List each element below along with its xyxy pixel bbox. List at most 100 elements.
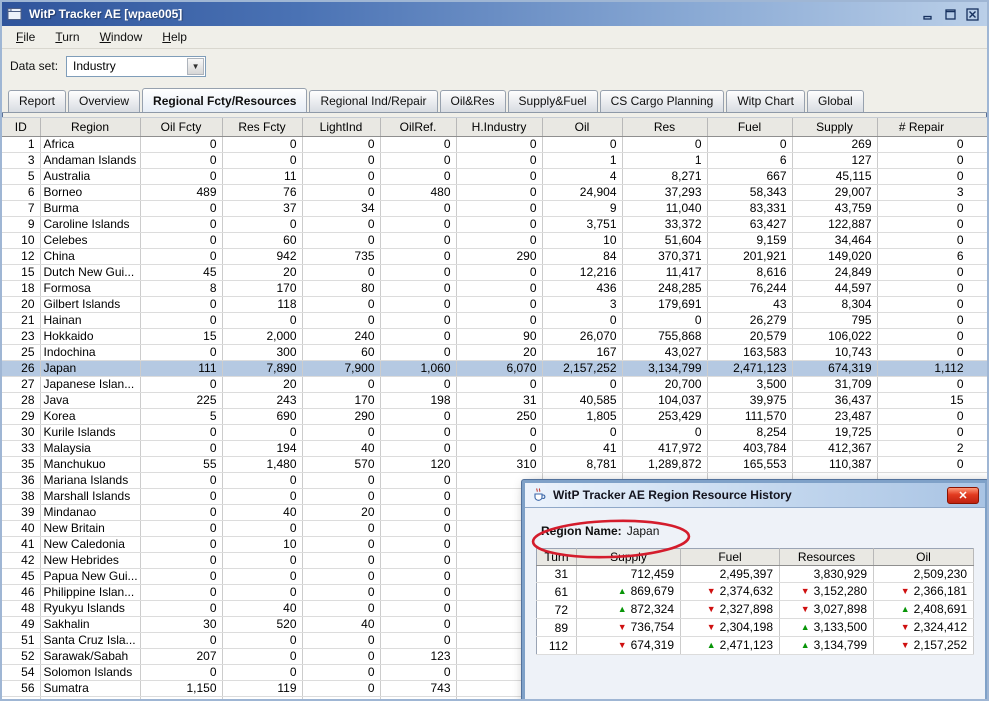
- tab-regional-fcty-resources[interactable]: Regional Fcty/Resources: [142, 88, 308, 112]
- region-row-japanese-islan[interactable]: 27 Japanese Islan... 0 20 0 0 0 0 20,700 3,500 31,…: [2, 376, 987, 393]
- dialog-titlebar[interactable]: WitP Tracker AE Region Resource History …: [525, 483, 985, 508]
- history-cell-value: 712,459: [630, 567, 674, 581]
- column-header-oilref[interactable]: OilRef.: [380, 118, 457, 137]
- dialog-close-button[interactable]: ✕: [947, 486, 979, 504]
- region-row-indochina[interactable]: 25 Indochina 0 300 60 0 20 167 43,027 163,583 10,7…: [2, 344, 987, 361]
- region-cell: 2,157,252: [542, 360, 623, 377]
- tab-witp-chart[interactable]: Witp Chart: [726, 90, 805, 112]
- region-cell: 45: [2, 568, 41, 585]
- column-header-oil[interactable]: Oil: [542, 118, 623, 137]
- tab-overview[interactable]: Overview: [68, 90, 141, 112]
- region-cell: 0: [302, 696, 381, 699]
- region-cell: 3,500: [707, 376, 793, 393]
- region-row-australia[interactable]: 5 Australia 0 11 0 0 0 4 8,271 667 45,115 0: [2, 168, 987, 185]
- history-row-turn-89[interactable]: 89 ▼ 736,754 ▼ 2,304,198 ▲ 3,133,500 ▼ 2,324,412: [536, 618, 974, 637]
- region-cell: 31,709: [792, 376, 878, 393]
- region-row-andaman-islands[interactable]: 3 Andaman Islands 0 0 0 0 0 1 1 6 127 0: [2, 152, 987, 169]
- region-cell: 0: [140, 664, 223, 681]
- region-cell: 26,279: [707, 312, 793, 329]
- region-row-java[interactable]: 28 Java 225 243 170 198 31 40,585 104,037 39,975 3…: [2, 392, 987, 409]
- history-dialog[interactable]: WitP Tracker AE Region Resource History …: [522, 480, 987, 699]
- region-cell: 0: [877, 232, 987, 249]
- close-button[interactable]: [963, 6, 982, 22]
- region-cell: 122,887: [792, 216, 878, 233]
- menu-window[interactable]: Window: [90, 27, 153, 47]
- titlebar[interactable]: WitP Tracker AE [wpae005]: [2, 2, 987, 26]
- minimize-button[interactable]: [919, 6, 938, 22]
- region-cell: 36,437: [792, 392, 878, 409]
- dataset-label: Data set:: [10, 59, 59, 73]
- menu-help[interactable]: Help: [152, 27, 197, 47]
- region-row-caroline-islands[interactable]: 9 Caroline Islands 0 0 0 0 0 3,751 33,372 63,427 1…: [2, 216, 987, 233]
- region-cell: 0: [380, 568, 457, 585]
- region-row-china[interactable]: 12 China 0 942 735 0 290 84 370,371 201,921 149,02…: [2, 248, 987, 265]
- column-header-repair[interactable]: # Repair: [877, 118, 987, 137]
- dataset-row: Data set: Industry ▼: [2, 49, 987, 83]
- region-cell: 480: [380, 184, 457, 201]
- history-row-turn-31[interactable]: 31 712,459 2,495,397 3,830,929 2,509,230: [536, 565, 974, 583]
- tab-oil-res[interactable]: Oil&Res: [439, 90, 506, 112]
- region-row-burma[interactable]: 7 Burma 0 37 34 0 0 9 11,040 83,331 43,759 0: [2, 200, 987, 217]
- dataset-combobox[interactable]: Industry ▼: [66, 55, 207, 77]
- region-cell: 38: [2, 488, 41, 505]
- region-row-celebes[interactable]: 10 Celebes 0 60 0 0 0 10 51,604 9,159 34,464 0: [2, 232, 987, 249]
- region-row-hokkaido[interactable]: 23 Hokkaido 15 2,000 240 0 90 26,070 755,868 20,5…: [2, 328, 987, 345]
- history-cell-supply: 712,459: [576, 565, 681, 583]
- tab-cs-cargo-planning[interactable]: CS Cargo Planning: [599, 90, 725, 112]
- column-header-lightind[interactable]: LightInd: [302, 118, 381, 137]
- region-row-formosa[interactable]: 18 Formosa 8 170 80 0 0 436 248,285 76,244 44,597 0: [2, 280, 987, 297]
- region-cell: 51: [2, 632, 41, 649]
- region-cell: 0: [222, 312, 303, 329]
- tab-global[interactable]: Global: [807, 90, 864, 112]
- trend-down-icon: ▼: [706, 604, 716, 614]
- region-row-malaysia[interactable]: 33 Malaysia 0 194 40 0 0 41 417,972 403,784 412,36…: [2, 440, 987, 457]
- history-cell-value: 872,324: [630, 602, 674, 616]
- region-cell: Marshall Islands: [40, 488, 141, 505]
- trend-down-icon: ▼: [800, 604, 810, 614]
- trend-up-icon: ▲: [617, 604, 627, 614]
- region-cell: 0: [302, 520, 381, 537]
- region-row-borneo[interactable]: 6 Borneo 489 76 0 480 0 24,904 37,293 58,343 29,00…: [2, 184, 987, 201]
- maximize-button[interactable]: [941, 6, 960, 22]
- region-row-africa[interactable]: 1 Africa 0 0 0 0 0 0 0 0 269 0: [2, 136, 987, 153]
- dataset-combobox-value: Industry: [73, 59, 116, 73]
- tab-regional-ind-repair[interactable]: Regional Ind/Repair: [309, 90, 438, 112]
- region-cell: 18: [2, 280, 41, 297]
- column-header-supply[interactable]: Supply: [792, 118, 878, 137]
- tab-supply-fuel[interactable]: Supply&Fuel: [507, 90, 598, 112]
- region-row-hainan[interactable]: 21 Hainan 0 0 0 0 0 0 0 26,279 795 0: [2, 312, 987, 329]
- region-cell: 34: [302, 200, 381, 217]
- chevron-down-icon[interactable]: ▼: [187, 57, 205, 75]
- history-cell-value: 3,152,280: [813, 584, 867, 598]
- region-row-gilbert-islands[interactable]: 20 Gilbert Islands 0 118 0 0 0 3 179,691 43 8,304 0: [2, 296, 987, 313]
- menu-turn[interactable]: Turn: [45, 27, 89, 47]
- history-column-header-fuel[interactable]: Fuel: [680, 548, 780, 566]
- region-cell: 0: [380, 664, 457, 681]
- history-row-turn-72[interactable]: 72 ▲ 872,324 ▼ 2,327,898 ▼ 3,027,898 ▲ 2,408,691: [536, 600, 974, 619]
- column-header-region[interactable]: Region: [40, 118, 141, 137]
- column-header-oil-fcty[interactable]: Oil Fcty: [140, 118, 223, 137]
- region-cell: 106,022: [792, 328, 878, 345]
- region-row-manchukuo[interactable]: 35 Manchukuo 55 1,480 570 120 310 8,781 1,289,87…: [2, 456, 987, 473]
- column-header-res-fcty[interactable]: Res Fcty: [222, 118, 303, 137]
- history-column-header-supply[interactable]: Supply: [576, 548, 681, 566]
- history-column-header-turn[interactable]: Turn: [536, 548, 577, 566]
- region-row-japan[interactable]: 26 Japan 111 7,890 7,900 1,060 6,070 2,157,252 3…: [2, 360, 987, 377]
- tab-report[interactable]: Report: [8, 90, 67, 112]
- history-row-turn-61[interactable]: 61 ▲ 869,679 ▼ 2,374,632 ▼ 3,152,280 ▼ 2,366,181: [536, 582, 974, 601]
- region-row-korea[interactable]: 29 Korea 5 690 290 0 250 1,805 253,429 111,570 23,…: [2, 408, 987, 425]
- history-row-turn-112[interactable]: 112 ▼ 674,319 ▲ 2,471,123 ▲ 3,134,799 ▼ 2,157,25…: [536, 636, 974, 655]
- column-header-id[interactable]: ID: [2, 118, 41, 137]
- column-header-res[interactable]: Res: [622, 118, 708, 137]
- region-cell: 0: [302, 600, 381, 617]
- region-row-dutch-new-gui[interactable]: 15 Dutch New Gui... 45 20 0 0 0 12,216 11,417 8,6…: [2, 264, 987, 281]
- column-header-h-industry[interactable]: H.Industry: [456, 118, 543, 137]
- region-row-kurile-islands[interactable]: 30 Kurile Islands 0 0 0 0 0 0 0 8,254 19,725 0: [2, 424, 987, 441]
- history-cell-turn: 61: [536, 582, 577, 601]
- menu-file[interactable]: File: [6, 27, 45, 47]
- history-column-header-oil[interactable]: Oil: [873, 548, 974, 566]
- region-cell: 1,480: [222, 456, 303, 473]
- region-cell: 0: [380, 616, 457, 633]
- column-header-fuel[interactable]: Fuel: [707, 118, 793, 137]
- history-column-header-resources[interactable]: Resources: [779, 548, 874, 566]
